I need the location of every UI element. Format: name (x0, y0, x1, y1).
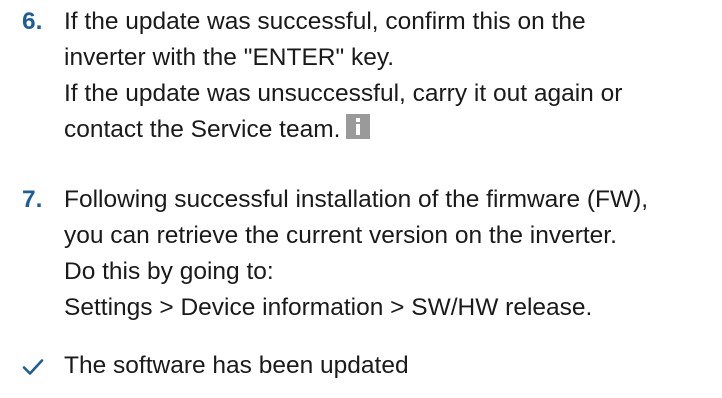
step-line: If the update was successful, confirm th… (64, 8, 586, 35)
step-line: Do this by going to: (64, 258, 274, 285)
step-line: Settings > Device information > SW/HW re… (64, 294, 593, 321)
step-text: If the update was successful, confirm th… (64, 4, 714, 148)
checkmark-icon (22, 359, 44, 375)
result-text: The software has been updated (64, 352, 409, 379)
step-line-with-icon: contact the Service team. (64, 112, 714, 148)
step-line: inverter with the "ENTER" key. (64, 44, 395, 71)
step-line-text: contact the Service team. (64, 116, 341, 143)
step-line: you can retrieve the current version on … (64, 222, 617, 249)
instruction-page: 6. If the update was successful, confirm… (0, 0, 722, 398)
info-icon (346, 114, 371, 139)
step-line: Following successful installation of the… (64, 186, 649, 213)
step-number: 7. (22, 186, 43, 213)
step-number: 6. (22, 8, 43, 35)
step-line: If the update was unsuccessful, carry it… (64, 80, 623, 107)
step-text: Following successful installation of the… (64, 182, 714, 326)
